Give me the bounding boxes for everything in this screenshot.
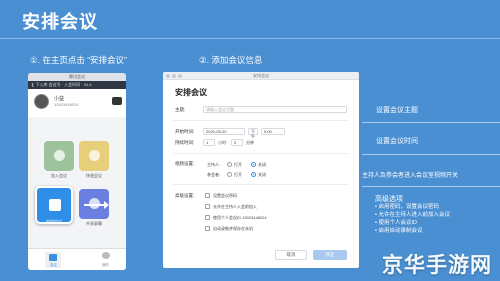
user-name: 小益	[54, 96, 65, 102]
phone-statusbar: 腾讯会议	[28, 73, 126, 81]
phone-tabbar: 会议 我的	[28, 248, 126, 270]
list-item: • 使用个人会议ID	[375, 220, 417, 226]
participant-label: 参会者:	[207, 172, 221, 177]
home-icon	[49, 254, 57, 261]
maximize-icon[interactable]	[178, 74, 182, 78]
annotation-divider	[362, 186, 500, 187]
advanced-option: 使用个人会议ID 13923448024	[213, 215, 267, 220]
list-item: • 启用密码，设置会议密码	[375, 204, 439, 210]
list-item: • 允许在主持人进入前加入会议	[375, 212, 450, 218]
advanced-option: 允许在主持人入会前加入	[213, 204, 257, 209]
participant-on-label: 打开	[234, 172, 242, 177]
password-checkbox[interactable]	[205, 193, 210, 198]
dialog-titlebar: 安排会议	[163, 72, 359, 80]
user-icon	[102, 252, 110, 259]
cancel-button[interactable]: 取消	[275, 250, 307, 260]
annotation-divider	[362, 122, 500, 123]
divider	[173, 184, 349, 185]
close-icon[interactable]	[166, 74, 170, 78]
duration-minutes-input[interactable]: 0	[231, 139, 243, 146]
advanced-settings-label: 高级设置:	[175, 193, 195, 198]
duration-minutes-unit: 分钟	[246, 140, 254, 145]
page-title: 安排会议	[22, 12, 98, 32]
schedule-meeting-label: 安排会议	[46, 219, 62, 224]
dialog-heading: 安排会议	[175, 88, 207, 97]
host-on-label: 打开	[234, 162, 242, 167]
quick-meeting-button[interactable]	[79, 141, 109, 171]
start-time-input[interactable]: 5:00	[261, 128, 285, 135]
video-settings-label: 视频设置:	[175, 161, 195, 166]
join-meeting-label: 加入会议	[51, 173, 67, 178]
minimize-icon[interactable]	[172, 74, 176, 78]
user-profile: 小益 13923448024	[28, 89, 126, 117]
host-video-on-radio[interactable]	[227, 162, 232, 167]
step1-caption: ①. 在主页点击 “安排会议”	[30, 55, 127, 65]
advanced-option: 自动录制并保存在本机	[213, 226, 253, 231]
tab-me[interactable]	[101, 252, 111, 262]
tab-me-label: 我的	[102, 263, 109, 267]
join-before-host-checkbox[interactable]	[205, 204, 210, 209]
divider	[173, 153, 349, 154]
annotation-time: 设置会议时间	[376, 138, 418, 145]
schedule-button[interactable]: 预定	[313, 250, 347, 260]
auto-record-checkbox[interactable]	[205, 226, 210, 231]
advanced-option: 设置会议密码	[213, 193, 237, 198]
duration-label: 持续时间:	[175, 140, 195, 145]
share-screen-label: 共享屏幕	[86, 221, 102, 226]
host-label: 主持人:	[207, 162, 221, 167]
list-item: • 启用自动录制会议	[375, 228, 423, 234]
annotation-video: 主持人及参会者进入会议室视频开关	[362, 173, 459, 179]
host-off-label: 关闭	[258, 162, 266, 167]
personal-id-checkbox[interactable]	[205, 215, 210, 220]
divider	[173, 120, 349, 121]
user-phone: 13923448024	[54, 102, 79, 107]
tab-home-label: 会议	[50, 263, 57, 267]
arrow-icon	[84, 201, 109, 209]
start-time-label: 开始时间:	[175, 129, 195, 134]
participant-off-label: 关闭	[258, 172, 266, 177]
topic-input[interactable]: 请输入会议主题	[203, 106, 347, 113]
exit-icon[interactable]	[112, 97, 122, 105]
participant-video-off-radio[interactable]	[251, 172, 256, 177]
annotation-topic: 设置会议主题	[376, 107, 418, 114]
topic-label: 主题:	[175, 107, 186, 112]
duration-hours-input[interactable]: 1	[203, 139, 215, 146]
start-date-input[interactable]: 2020-05-20	[203, 128, 245, 135]
calendar-icon	[49, 199, 61, 211]
duration-hours-unit: 小时	[218, 140, 226, 145]
step2-caption: ②. 添加会议信息	[199, 55, 263, 65]
quick-icon	[89, 150, 100, 161]
annotation-divider	[362, 154, 500, 155]
avatar[interactable]	[34, 94, 49, 109]
annotation-advanced-list: • 启用密码，设置会议密码 • 允许在主持人进入前加入会议 • 使用个人会议ID…	[375, 203, 450, 235]
phone-mockup: 腾讯会议 ❮ 下入库 会议号 · 入会时间 · 34.6 小益 13923448…	[28, 73, 126, 270]
start-ampm-select[interactable]: 下午	[248, 128, 258, 139]
watermark: 京华手游网	[382, 254, 492, 277]
host-video-off-radio[interactable]	[251, 162, 256, 167]
join-icon	[54, 150, 65, 161]
quick-meeting-label: 快速会议	[86, 173, 102, 178]
header-divider	[0, 38, 500, 39]
phone-topbar: ❮ 下入库 会议号 · 入会时间 · 34.6	[28, 81, 126, 89]
join-meeting-button[interactable]	[44, 141, 74, 171]
participant-video-on-radio[interactable]	[227, 172, 232, 177]
schedule-dialog: 安排会议 安排会议 主题: 请输入会议主题 开始时间: 2020-05-20 下…	[163, 72, 359, 268]
dialog-window-title: 安排会议	[253, 73, 269, 78]
